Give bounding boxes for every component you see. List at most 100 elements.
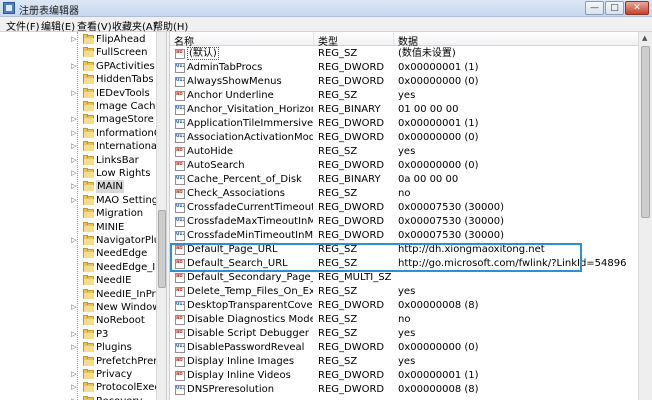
tree-item[interactable]: ▷ ProtocolExecut (0, 381, 166, 394)
expand-arrow-icon[interactable]: ▷ (71, 62, 77, 70)
menu-file[interactable]: 文件(F) (6, 18, 40, 33)
list-scroll-thumb[interactable] (641, 46, 650, 218)
tree-item[interactable]: FullScreen (0, 46, 160, 59)
value-data: 0x00007530 (30000) (398, 202, 504, 213)
value-row[interactable]: ab Delete_Temp_Files_On_Exit REG_SZ yes (170, 285, 638, 299)
value-row[interactable]: ab Default_Search_URL REG_SZ http://go.micr… (170, 257, 638, 271)
expand-arrow-icon[interactable]: ▷ (71, 196, 77, 204)
list-scrollbar[interactable]: ▲ (638, 32, 652, 400)
menu-view[interactable]: 查看(V) (77, 18, 112, 33)
tree-item[interactable]: Migration (0, 207, 160, 220)
minimize-button[interactable]: — (585, 1, 604, 15)
value-data: yes (398, 356, 416, 367)
value-name-text: CrossfadeMaxTimeoutInMS (187, 216, 313, 227)
value-row[interactable]: 011 110DesktopTransparentCoverWin... REG_… (170, 299, 638, 313)
column-type[interactable]: 类型 (314, 33, 394, 48)
value-row[interactable]: 011 110CrossfadeMinTimeoutInMS REG_DWORD 0… (170, 229, 638, 243)
tree-item[interactable]: ▷ LinksBar (0, 154, 160, 167)
expand-arrow-icon[interactable]: ▷ (71, 143, 77, 150)
tree-item[interactable]: PrefetchPrerend (0, 355, 166, 368)
value-row[interactable]: ab Default_Page_URL REG_SZ http://dh.xiongm… (170, 243, 638, 257)
value-data: 0x00000001 (1) (398, 370, 479, 381)
expand-arrow-icon[interactable]: ▷ (71, 170, 77, 177)
value-row[interactable]: 011 110ApplicationTileImmersiveActiva...… (170, 117, 638, 131)
value-list[interactable]: 名称 类型 数据 ab(默认)REG_SZ(数值未设置)011 110Admin… (170, 32, 652, 400)
value-row[interactable]: 011 110Cache_Percent_of_Disk REG_BINARY 0a… (170, 173, 638, 187)
tree-item[interactable]: ▷ IEDevTools (0, 87, 160, 100)
tree-item[interactable]: ▷ MAO Settings (0, 194, 163, 207)
column-name[interactable]: 名称 (170, 33, 314, 48)
menu-favorites[interactable]: 收藏夹(A) (112, 18, 157, 33)
tree-item[interactable]: ▷ MAIN (0, 180, 160, 194)
tree-item[interactable]: ▷ Plugins (0, 341, 160, 354)
tree-item[interactable]: Image Caching (0, 100, 166, 113)
folder-icon (83, 154, 94, 165)
tree-item[interactable]: ▷ Privacy (0, 368, 160, 381)
expand-arrow-icon[interactable]: ▷ (71, 344, 77, 351)
tree-item[interactable]: MINIE (0, 221, 160, 234)
tree-item[interactable]: NeedEdge_InPr (0, 261, 166, 274)
value-row[interactable]: ab AutoSearch REG_DWORD 0x00000000 (0) (170, 159, 638, 173)
value-name-text: AutoHide (187, 146, 234, 157)
expand-arrow-icon[interactable]: ▷ (71, 237, 77, 244)
value-row[interactable]: 011 110Anchor_Visitation_Horizon REG_BINA… (170, 103, 638, 117)
tree-item[interactable]: ▷ GPActivities (0, 60, 160, 73)
value-row[interactable]: ab Display Inline Videos REG_DWORD 0x000000… (170, 369, 638, 383)
value-row[interactable]: ab Check_Associations REG_SZ no (170, 187, 638, 201)
maximize-button[interactable]: □ (605, 1, 624, 15)
expand-arrow-icon[interactable]: ▷ (71, 116, 77, 123)
value-row[interactable]: 011 110DNSPreresolution REG_DWORD 0x000000… (170, 383, 638, 397)
expand-arrow-icon[interactable]: ▷ (71, 371, 77, 378)
tree-scroll-thumb[interactable] (158, 210, 166, 288)
expand-arrow-icon[interactable]: ▷ (71, 36, 77, 43)
value-row[interactable]: 011 110DisablePasswordReveal REG_DWORD 0x0… (170, 341, 638, 355)
key-tree[interactable]: ▷ FlipAhead FullScreen ▷ GPActivities HiddenT… (0, 32, 166, 400)
expand-arrow-icon[interactable]: ▷ (71, 183, 77, 190)
expand-arrow-icon[interactable]: ▷ (71, 384, 77, 391)
value-row[interactable]: ab Disable Diagnostics Mode REG_SZ no (170, 313, 638, 327)
tree-item[interactable]: ▷Recovery (0, 395, 160, 400)
binary-value-icon: 011 110 (175, 217, 185, 227)
expand-arrow-icon[interactable]: ▷ (71, 156, 77, 164)
tree-scrollbar[interactable] (156, 32, 166, 400)
value-row[interactable]: 011 110CrossfadeMaxTimeoutInMS REG_DWORD 0… (170, 215, 638, 229)
value-data: 0x00000001 (1) (398, 62, 479, 73)
value-row[interactable]: 011 110AdminTabProcs REG_DWORD 0x00000001 … (170, 61, 638, 75)
tree-item[interactable]: NeedIE (0, 274, 160, 287)
tree-item[interactable]: ▷ ImageStore (0, 113, 160, 126)
tree-item[interactable]: NoReboot (0, 314, 160, 327)
value-row[interactable]: ab Anchor Underline REG_SZ yes (170, 89, 638, 103)
scroll-up-icon[interactable]: ▲ (642, 34, 647, 42)
value-name-text: Delete_Temp_Files_On_Exit (187, 286, 313, 297)
menu-help[interactable]: 帮助(H) (153, 18, 188, 33)
expand-arrow-icon[interactable]: ▷ (71, 129, 77, 137)
value-name: Display Inline Images (187, 355, 313, 369)
value-row[interactable]: ab (默认) REG_SZ (数值未设置) (170, 47, 638, 61)
tree-item[interactable]: ▷ P3 (0, 328, 160, 341)
tree-item[interactable]: NeedEdge (0, 247, 160, 260)
column-data[interactable]: 数据 (394, 33, 638, 48)
expand-arrow-icon[interactable]: ▷ (71, 304, 77, 311)
expand-arrow-icon[interactable]: ▷ (71, 330, 77, 338)
tree-item[interactable]: HiddenTabs (0, 73, 160, 86)
close-button[interactable]: ✕ (625, 1, 649, 15)
value-row[interactable]: 011 110AlwaysShowMenus REG_DWORD 0x0000000… (170, 75, 638, 89)
tree-item[interactable]: ▷ FlipAhead (0, 33, 160, 46)
value-row[interactable]: ab Display Inline Images REG_SZ yes (170, 355, 638, 369)
value-row[interactable]: 011 110AssociationActivationMode REG_DWOR… (170, 131, 638, 145)
tree-item[interactable]: ▷ New Windows (0, 301, 166, 314)
tree-item[interactable]: NeedIE_InPrivat (0, 288, 166, 301)
value-row[interactable]: ab Disable Script Debugger REG_SZ yes (170, 327, 638, 341)
folder-icon (83, 275, 94, 286)
tree-item[interactable]: ▷ International (0, 140, 160, 153)
tree-item[interactable]: ▷ InformationCar (0, 127, 166, 140)
tree-item[interactable]: ▷ Low Rights (0, 167, 160, 180)
value-data: yes (398, 90, 416, 101)
value-row[interactable]: abDefault_Secondary_Page_URL REG_MULTI_SZ (170, 271, 638, 285)
value-row[interactable]: ab AutoHide REG_SZ yes (170, 145, 638, 159)
expand-arrow-icon[interactable]: ▷ (71, 89, 77, 97)
value-name-text: DisablePasswordReveal (187, 342, 305, 353)
value-row[interactable]: 011 110CrossfadeCurrentTimeoutInMS REG_DW… (170, 201, 638, 215)
tree-item[interactable]: ▷ NavigatorPlugi (0, 234, 166, 247)
menu-edit[interactable]: 编辑(E) (41, 18, 75, 33)
